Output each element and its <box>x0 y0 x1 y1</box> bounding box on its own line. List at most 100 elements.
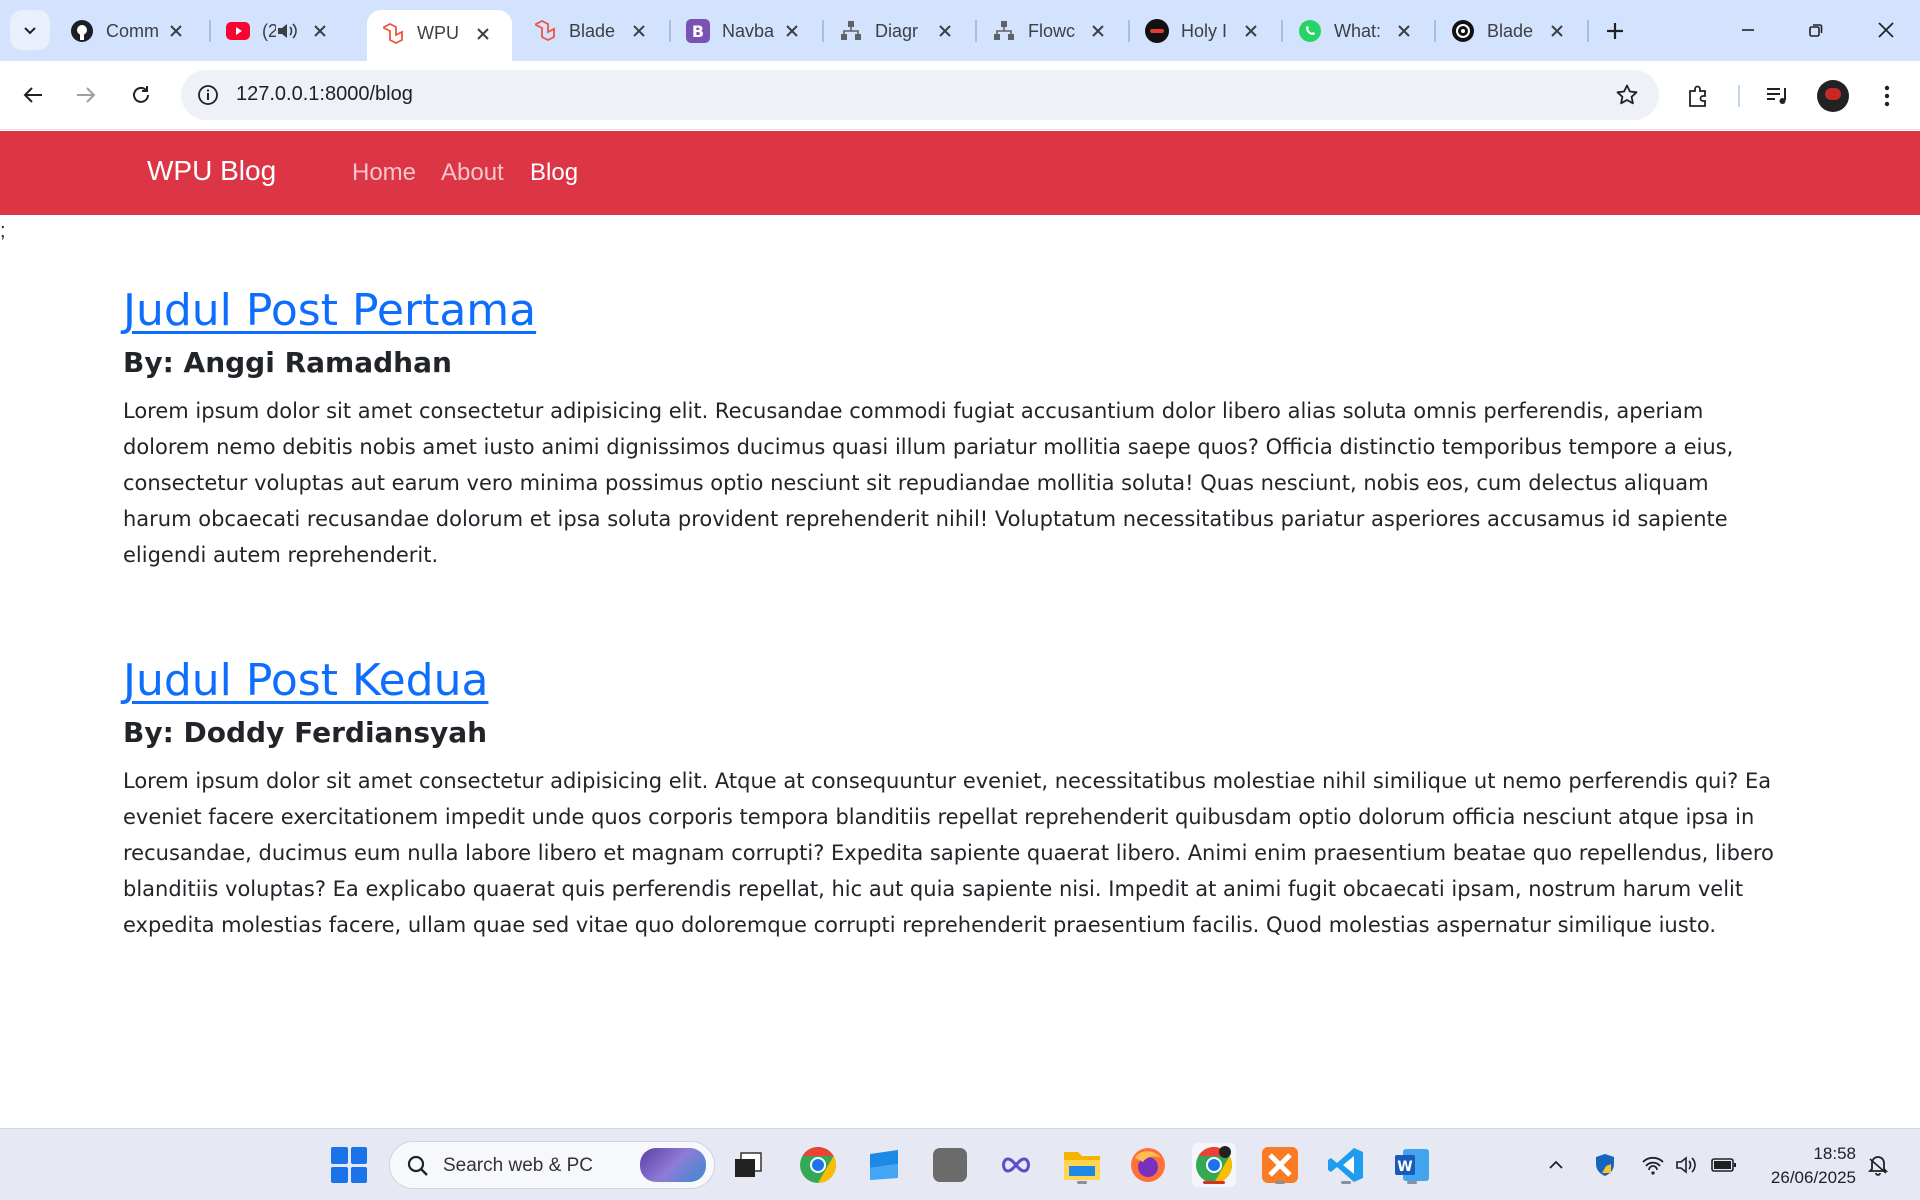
close-icon[interactable] <box>1547 21 1567 41</box>
close-icon[interactable] <box>310 21 330 41</box>
task-view-icon[interactable] <box>726 1143 770 1187</box>
tablet-app-icon[interactable] <box>862 1143 906 1187</box>
browser-tab[interactable]: (2 <box>212 12 362 50</box>
close-icon[interactable] <box>1241 21 1261 41</box>
reload-icon <box>133 86 149 103</box>
taskbar-clock[interactable]: 18:58 26/06/2025 <box>1758 1142 1856 1190</box>
media-control-button[interactable] <box>1763 81 1793 111</box>
post-title-link[interactable]: Judul Post Kedua <box>123 655 488 706</box>
new-tab-button[interactable] <box>1598 14 1632 48</box>
taskbar-active-indicator <box>1203 1181 1225 1184</box>
notification-bell-icon[interactable] <box>1864 1151 1892 1179</box>
nav-link-about[interactable]: About <box>441 159 504 187</box>
post-excerpt: Lorem ipsum dolor sit amet consectetur a… <box>123 399 1734 567</box>
blog-post: Judul Post Kedua By: Doddy Ferdiansyah L… <box>123 655 1783 943</box>
firefox-icon[interactable] <box>1126 1143 1170 1187</box>
tab-separator <box>822 20 824 42</box>
svg-text:B: B <box>692 22 704 41</box>
browser-tab[interactable]: Flowc <box>978 12 1128 50</box>
tab-title: What: <box>1334 20 1382 41</box>
navbar-brand[interactable]: WPU Blog <box>147 155 276 187</box>
xampp-icon[interactable] <box>1258 1143 1302 1187</box>
browser-tab[interactable]: B Navba <box>672 12 822 50</box>
reload-button[interactable] <box>121 75 161 115</box>
browser-tab[interactable]: What: <box>1284 12 1434 50</box>
plus-icon <box>1607 23 1623 39</box>
post-excerpt: Lorem ipsum dolor sit amet consectetur a… <box>123 769 1774 937</box>
laravel-icon <box>381 22 405 46</box>
close-icon[interactable] <box>1394 21 1414 41</box>
post-title-link[interactable]: Judul Post Pertama <box>123 285 536 336</box>
browser-tab[interactable]: Blade <box>1437 12 1587 50</box>
tab-separator <box>209 20 211 42</box>
close-icon[interactable] <box>166 21 186 41</box>
windows-start-icon[interactable] <box>331 1147 367 1183</box>
close-icon <box>1878 22 1894 38</box>
close-icon[interactable] <box>473 24 493 44</box>
clock-date: 26/06/2025 <box>1770 1168 1856 1187</box>
browser-toolbar: 127.0.0.1:8000/blog <box>0 61 1920 130</box>
word-icon[interactable]: W <box>1390 1143 1434 1187</box>
close-icon[interactable] <box>1088 21 1108 41</box>
tab-separator <box>1281 20 1283 42</box>
speaker-icon[interactable] <box>276 21 302 41</box>
close-window-button[interactable] <box>1866 10 1906 50</box>
tab-title: Flowc <box>1028 20 1076 41</box>
extensions-button[interactable] <box>1684 81 1714 111</box>
minimize-button[interactable] <box>1728 10 1768 50</box>
tab-separator <box>1587 20 1589 42</box>
close-icon[interactable] <box>782 21 802 41</box>
svg-text:W: W <box>1397 1159 1412 1175</box>
clock-time: 18:58 <box>1813 1144 1856 1163</box>
browser-tab-active[interactable]: WPU <box>367 10 512 61</box>
taskbar-running-indicator <box>1341 1181 1351 1184</box>
forward-button[interactable] <box>66 75 106 115</box>
browser-tab[interactable]: Comm <box>56 12 206 50</box>
diagram-icon <box>839 19 863 43</box>
browser-tab[interactable]: Diagr <box>825 12 975 50</box>
diagram-icon <box>992 19 1016 43</box>
nav-link-blog[interactable]: Blog <box>530 159 578 187</box>
profile-avatar[interactable] <box>1817 80 1849 112</box>
browser-tab[interactable]: Holy I <box>1131 12 1281 50</box>
tab-separator <box>975 20 977 42</box>
post-author: By: Doddy Ferdiansyah <box>123 716 488 749</box>
infinity-app-icon[interactable] <box>994 1143 1038 1187</box>
volume-icon[interactable] <box>1673 1151 1701 1179</box>
taskbar-running-indicator <box>1275 1181 1285 1184</box>
arrow-left-icon <box>23 87 42 103</box>
chrome-profile-icon[interactable] <box>1192 1143 1236 1187</box>
back-button[interactable] <box>13 75 53 115</box>
address-bar[interactable]: 127.0.0.1:8000/blog <box>181 70 1659 120</box>
chrome-icon[interactable] <box>796 1143 840 1187</box>
wifi-icon[interactable] <box>1639 1151 1667 1179</box>
close-icon[interactable] <box>935 21 955 41</box>
vscode-icon[interactable] <box>1324 1143 1368 1187</box>
tab-title: Blade <box>569 20 616 41</box>
search-highlight-image <box>640 1148 706 1182</box>
site-info-icon[interactable] <box>195 82 221 108</box>
minimize-icon <box>1742 29 1754 31</box>
arrow-right-icon <box>77 87 96 103</box>
browser-menu-button[interactable] <box>1872 81 1902 111</box>
gray-app-icon[interactable] <box>928 1143 972 1187</box>
taskbar-running-indicator <box>1407 1181 1417 1184</box>
security-shield-icon[interactable] <box>1591 1151 1619 1179</box>
file-explorer-icon[interactable] <box>1060 1143 1104 1187</box>
tab-title: Blade <box>1487 20 1534 41</box>
media-playlist-icon <box>1767 88 1786 104</box>
chevron-down-icon <box>24 27 36 35</box>
taskbar-search[interactable]: Search web & PC <box>389 1141 715 1189</box>
nav-link-home[interactable]: Home <box>352 159 416 187</box>
tab-title: Holy I <box>1181 20 1228 41</box>
whatsapp-icon <box>1298 19 1322 43</box>
battery-icon[interactable] <box>1710 1151 1738 1179</box>
restore-button[interactable] <box>1796 10 1836 50</box>
taskbar-running-indicator <box>1077 1181 1087 1184</box>
close-icon[interactable] <box>629 21 649 41</box>
url-text[interactable]: 127.0.0.1:8000/blog <box>236 83 413 106</box>
tray-overflow-chevron-icon[interactable] <box>1542 1151 1570 1179</box>
bookmark-star-icon[interactable] <box>1613 81 1641 109</box>
browser-tab[interactable]: Blade <box>519 12 669 50</box>
tab-search-button[interactable] <box>10 10 50 50</box>
